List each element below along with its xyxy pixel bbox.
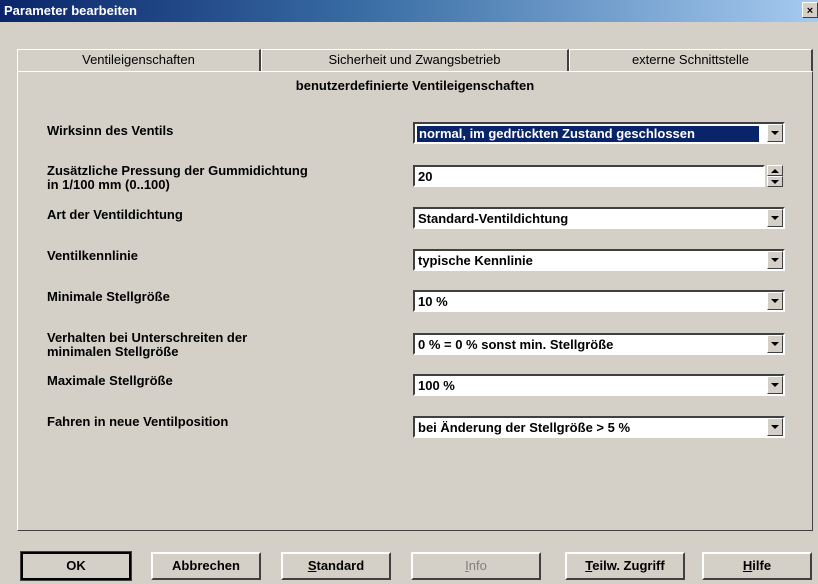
unterschreiten-dropdown[interactable]: 0 % = 0 % sonst min. Stellgröße (413, 333, 785, 355)
pressung-input[interactable]: 20 (413, 165, 765, 187)
tab-sicherheit-zwangsbetrieb[interactable]: Sicherheit und Zwangsbetrieb (261, 49, 569, 71)
chevron-down-icon[interactable] (767, 251, 783, 269)
title-bar: Parameter bearbeiten × (0, 0, 818, 22)
help-button[interactable]: Hilfe (702, 552, 812, 580)
pressung-label-line2: in 1/100 mm (0..100) (47, 177, 170, 192)
fahren-value: bei Änderung der Stellgröße > 5 % (418, 420, 631, 435)
max-stell-dropdown[interactable]: 100 % (413, 374, 785, 396)
wirksinn-value: normal, im gedrückten Zustand geschlosse… (417, 126, 759, 142)
chevron-down-icon[interactable] (767, 292, 783, 310)
kennlinie-value: typische Kennlinie (418, 253, 533, 268)
tab-label: Ventileigenschaften (82, 52, 195, 67)
button-label: ilfe (752, 558, 772, 573)
unterschreiten-label-line1: Verhalten bei Unterschreiten der (47, 330, 248, 345)
wirksinn-dropdown[interactable]: normal, im gedrückten Zustand geschlosse… (413, 122, 785, 144)
dichtung-label: Art der Ventildichtung (47, 207, 183, 222)
max-stell-value: 100 % (418, 378, 455, 393)
button-label: nfo (468, 558, 487, 573)
kennlinie-label: Ventilkennlinie (47, 248, 139, 263)
chevron-down-icon[interactable] (767, 209, 783, 227)
min-stell-label: Minimale Stellgröße (47, 289, 170, 304)
min-stell-value: 10 % (418, 294, 448, 309)
pressung-label: Zusätzliche Pressung der Gummidichtung i… (47, 164, 308, 192)
chevron-down-icon[interactable] (767, 335, 783, 353)
kennlinie-dropdown[interactable]: typische Kennlinie (413, 249, 785, 271)
close-icon: × (806, 5, 814, 17)
close-button[interactable]: × (802, 2, 818, 18)
button-label: eilw. Zugriff (592, 558, 665, 573)
chevron-down-icon[interactable] (767, 418, 783, 436)
pressung-value: 20 (418, 169, 433, 184)
window-title: Parameter bearbeiten (4, 3, 137, 18)
dichtung-dropdown[interactable]: Standard-Ventildichtung (413, 207, 785, 229)
spin-down-icon[interactable] (767, 176, 783, 187)
dichtung-value: Standard-Ventildichtung (418, 211, 569, 226)
unterschreiten-label-line2: minimalen Stellgröße (47, 344, 179, 359)
button-label: tandard (316, 558, 365, 573)
tab-ventileigenschaften[interactable]: Ventileigenschaften (17, 49, 261, 71)
unterschreiten-label: Verhalten bei Unterschreiten der minimal… (47, 331, 247, 359)
fahren-label: Fahren in neue Ventilposition (47, 414, 229, 429)
ok-button[interactable]: OK (20, 551, 132, 581)
min-stell-dropdown[interactable]: 10 % (413, 290, 785, 312)
cancel-button[interactable]: Abbrechen (151, 552, 261, 580)
mnemonic: H (742, 558, 753, 573)
tab-externe-schnittstelle[interactable]: externe Schnittstelle (569, 49, 813, 71)
standard-button[interactable]: Standard (281, 552, 391, 580)
section-heading: benutzerdefinierte Ventileigenschaften (295, 78, 535, 93)
chevron-down-icon[interactable] (767, 376, 783, 394)
pressung-spinner[interactable] (767, 165, 785, 189)
info-button: Info (411, 552, 541, 580)
wirksinn-label: Wirksinn des Ventils (47, 123, 174, 138)
tab-label: Sicherheit und Zwangsbetrieb (328, 52, 501, 67)
max-stell-label: Maximale Stellgröße (47, 373, 173, 388)
spin-up-icon[interactable] (767, 165, 783, 176)
unterschreiten-value: 0 % = 0 % sonst min. Stellgröße (418, 337, 614, 352)
tab-label: externe Schnittstelle (631, 52, 750, 67)
teilw-zugriff-button[interactable]: Teilw. Zugriff (565, 552, 685, 580)
chevron-down-icon[interactable] (767, 124, 783, 142)
fahren-dropdown[interactable]: bei Änderung der Stellgröße > 5 % (413, 416, 785, 438)
mnemonic: S (307, 558, 317, 573)
pressung-label-line1: Zusätzliche Pressung der Gummidichtung (47, 163, 308, 178)
